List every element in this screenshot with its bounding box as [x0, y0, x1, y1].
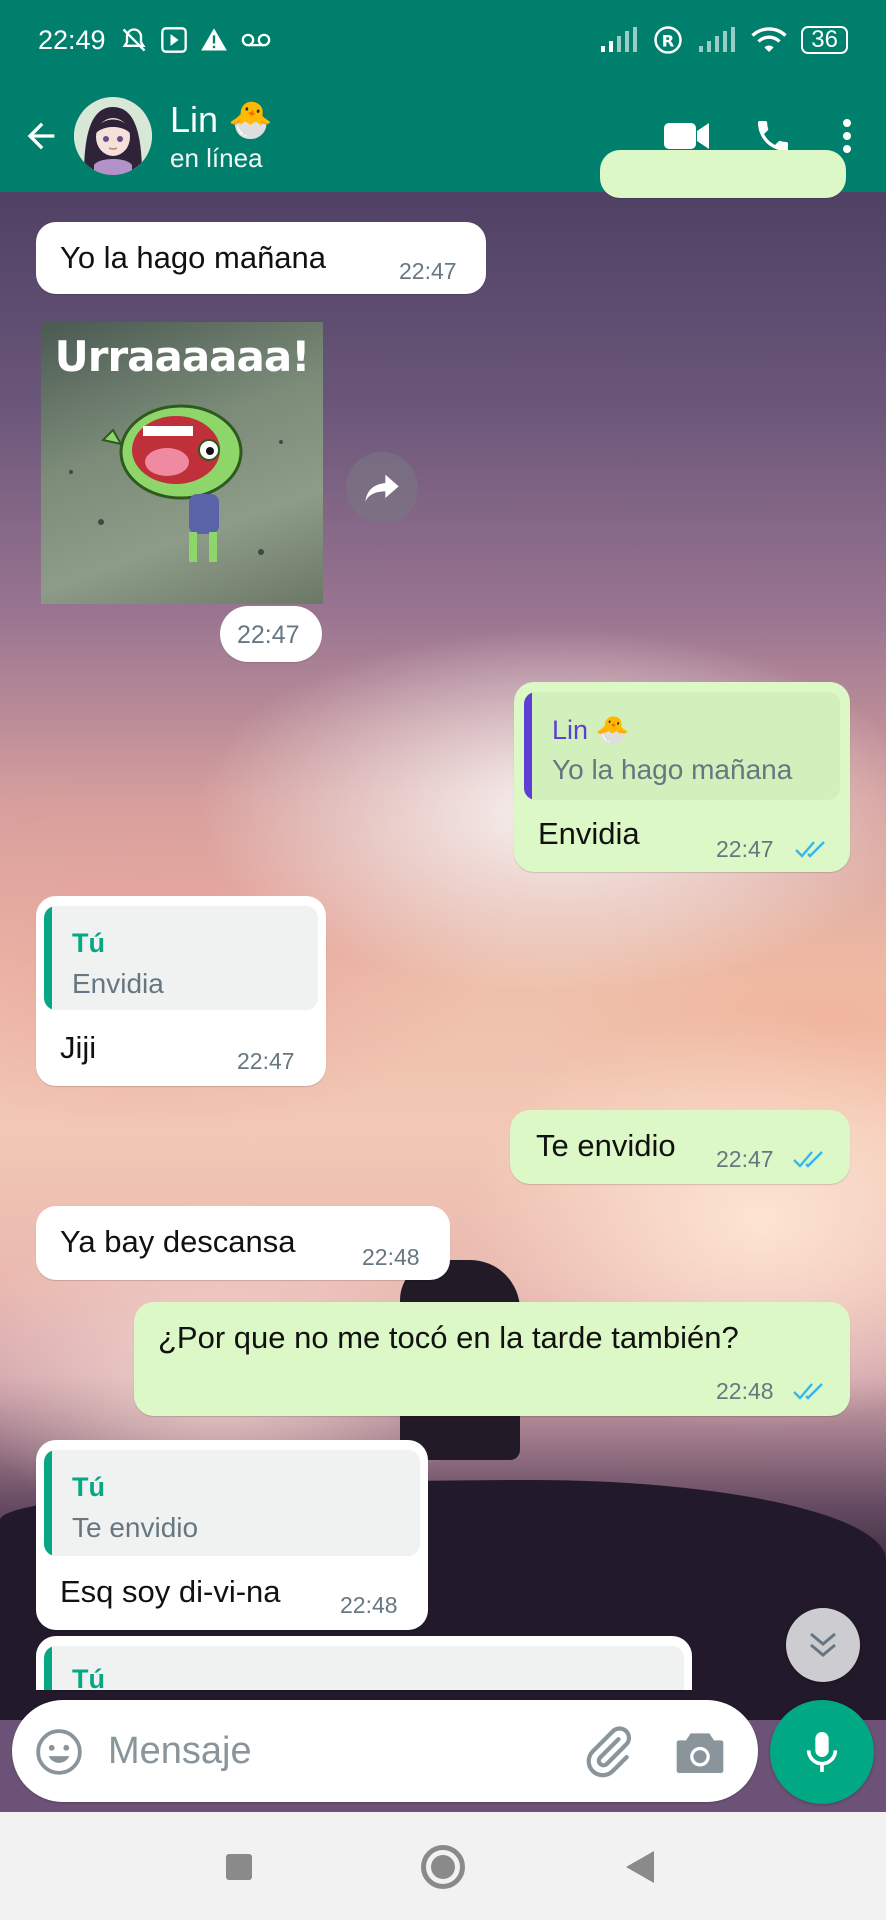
message-text: Envidia [538, 816, 640, 851]
partial-outgoing-bubble [600, 150, 846, 198]
message-time: 22:47 [237, 1048, 295, 1074]
back-arrow-icon[interactable] [10, 106, 72, 166]
read-receipt-icon [793, 1383, 823, 1400]
forward-button[interactable] [346, 452, 418, 524]
quoted-text: Yo la hago mañana [552, 754, 793, 785]
battery-indicator: 36 [801, 26, 848, 54]
voicemail-icon [241, 33, 270, 47]
message-text: Jiji [60, 1030, 97, 1065]
bell-off-icon [122, 28, 146, 52]
message-text: ¿Por que no me tocó en la tarde también? [158, 1320, 739, 1355]
message-bubble-incoming[interactable]: Yo la hago mañana 22:47 [36, 222, 486, 294]
wifi-icon [751, 27, 787, 52]
scroll-to-bottom-button[interactable] [786, 1608, 860, 1682]
message-bubble-outgoing[interactable]: Te envidio 22:47 [510, 1110, 850, 1184]
contact-status: en línea [170, 143, 263, 173]
sticker-time-pill: 22:47 [220, 606, 322, 662]
paperclip-icon [586, 1726, 632, 1778]
video-camera-icon [664, 123, 709, 149]
home-icon[interactable] [421, 1845, 465, 1889]
message-time: 22:47 [716, 836, 774, 862]
message-time: 22:47 [399, 258, 457, 284]
message-time: 22:48 [716, 1378, 774, 1404]
quoted-message[interactable]: Tú Te envidio [44, 1450, 420, 1556]
contact-avatar[interactable] [74, 97, 152, 175]
quoted-author: Lin 🐣 [552, 715, 630, 745]
message-time: 22:47 [716, 1146, 774, 1172]
quoted-text: Envidia [72, 968, 164, 999]
status-time: 22:49 [38, 24, 106, 55]
signal-2-icon [699, 27, 736, 52]
message-time: 22:47 [237, 621, 300, 649]
roaming-icon: R [654, 26, 683, 54]
message-input[interactable] [108, 1722, 568, 1780]
system-navigation-bar [0, 1812, 886, 1920]
message-text: Te envidio [536, 1128, 676, 1163]
attach-button[interactable] [580, 1724, 636, 1780]
camera-button[interactable] [672, 1726, 728, 1778]
message-bubble-incoming[interactable]: Tú Envidia Jiji 22:47 [36, 896, 326, 1086]
message-bubble-incoming[interactable]: Ya bay descansa 22:48 [36, 1206, 450, 1280]
quoted-author: Tú [72, 1664, 105, 1690]
message-bubble-incoming[interactable]: Tú Te envidio Esq soy di-vi-na 22:48 [36, 1440, 428, 1630]
read-receipt-icon [795, 841, 825, 858]
message-time: 22:48 [362, 1244, 420, 1270]
play-store-icon [160, 27, 187, 53]
sticker-character [69, 404, 283, 562]
signal-icon [601, 27, 638, 52]
quoted-message[interactable]: Tú Envidia [44, 906, 318, 1010]
quoted-author: Tú [72, 928, 105, 958]
smiley-icon [36, 1729, 82, 1775]
quoted-author: Tú [72, 1472, 105, 1502]
read-receipt-icon [793, 1151, 823, 1168]
message-composer [12, 1700, 758, 1802]
double-chevron-down-icon [810, 1632, 836, 1657]
svg-text:R: R [662, 31, 675, 50]
quoted-message[interactable]: Tú [44, 1646, 684, 1690]
message-bubble-outgoing[interactable]: ¿Por que no me tocó en la tarde también?… [134, 1302, 850, 1416]
contact-name: Lin 🐣 [170, 99, 273, 140]
quoted-message[interactable]: Lin 🐣 Yo la hago mañana [524, 692, 840, 800]
forward-arrow-icon [365, 474, 399, 502]
voice-record-button[interactable] [770, 1700, 874, 1804]
quoted-text: Te envidio [72, 1512, 199, 1543]
emoji-button[interactable] [34, 1727, 84, 1777]
message-bubble-incoming-partial[interactable]: Tú [36, 1636, 692, 1690]
message-bubble-outgoing[interactable]: Lin 🐣 Yo la hago mañana Envidia 22:47 [514, 682, 850, 872]
contact-info[interactable]: Lin 🐣 en línea [170, 98, 273, 174]
back-triangle-icon[interactable] [626, 1851, 654, 1883]
message-time: 22:48 [340, 1592, 398, 1618]
avatar-illustration [74, 97, 152, 175]
warning-icon [200, 28, 227, 51]
message-text: Esq soy di-vi-na [60, 1574, 281, 1609]
sticker-image[interactable]: Urraaaaaa! [41, 322, 323, 604]
message-text: Ya bay descansa [60, 1224, 296, 1259]
camera-icon [676, 1733, 724, 1773]
kebab-menu-icon [843, 119, 851, 153]
recents-icon[interactable] [226, 1854, 252, 1880]
status-bar: 22:49 R 36 [0, 0, 886, 80]
message-text: Yo la hago mañana [60, 240, 327, 275]
microphone-icon [806, 1732, 838, 1772]
